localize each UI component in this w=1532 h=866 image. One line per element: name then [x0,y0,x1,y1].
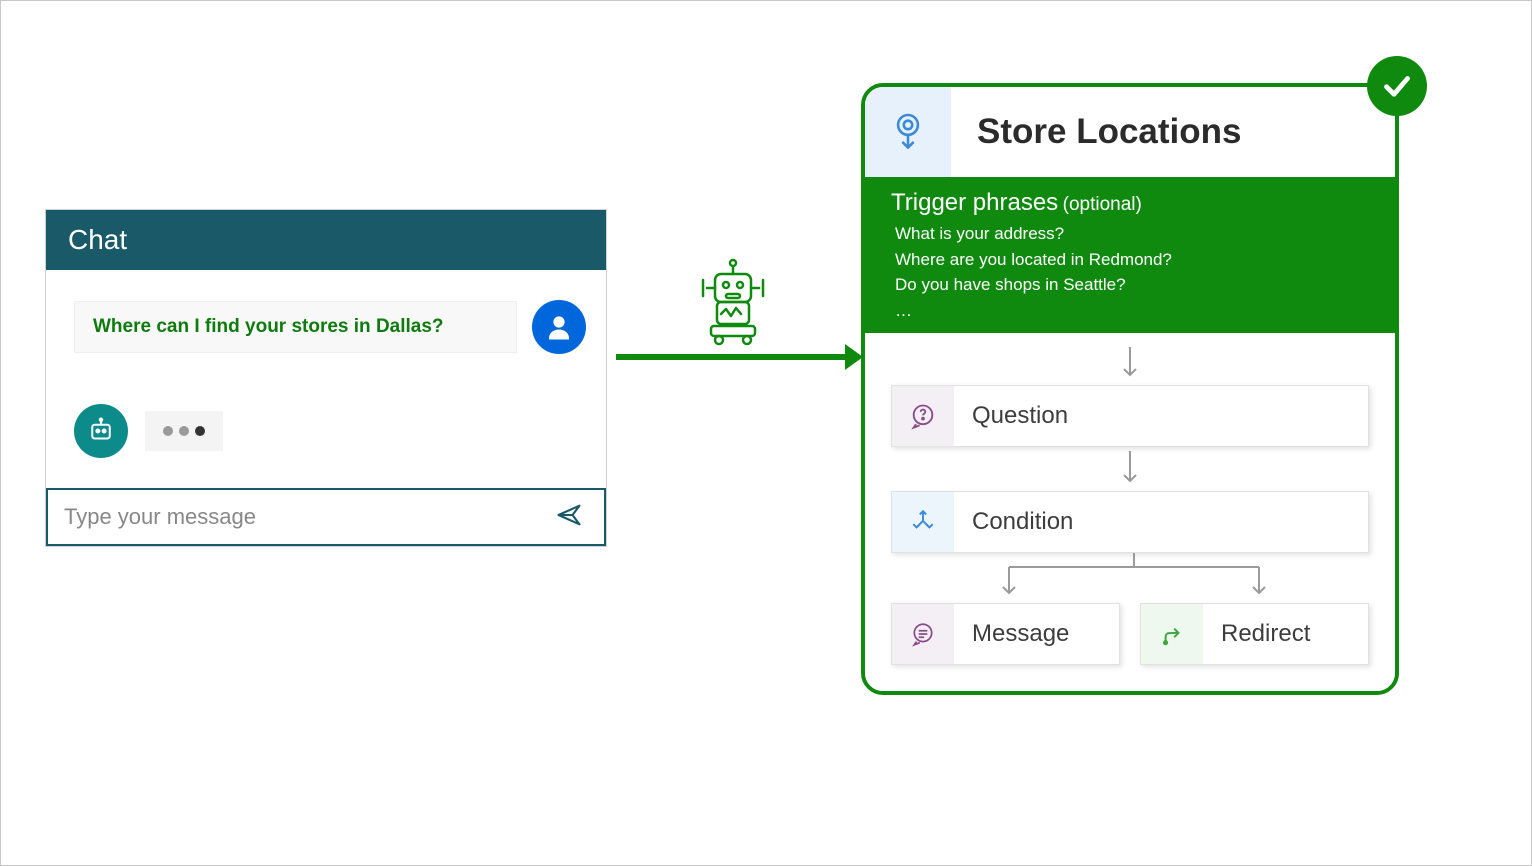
condition-node[interactable]: Condition [891,491,1369,553]
trigger-phrases-section: Trigger phrases (optional) What is your … [865,177,1395,333]
typing-dot [195,426,205,436]
topic-card: Store Locations Trigger phrases (optiona… [861,83,1399,695]
topic-title: Store Locations [951,112,1241,152]
user-avatar-icon [532,300,586,354]
trigger-phrases-list: What is your address? Where are you loca… [891,221,1369,323]
bot-avatar-icon [74,404,128,458]
redirect-node[interactable]: Redirect [1140,603,1369,665]
message-icon [892,604,954,664]
trigger-phrase: … [895,298,1369,324]
message-node[interactable]: Message [891,603,1120,665]
chat-input-row [46,488,606,546]
chat-body: Where can I find your stores in Dallas? [46,270,606,488]
condition-icon [892,492,954,552]
condition-node-label: Condition [954,492,1368,552]
question-node-label: Question [954,386,1368,446]
trigger-phrase: Do you have shops in Seattle? [895,272,1369,298]
diagram-canvas: Chat Where can I find your stores in Dal… [0,0,1532,866]
trigger-suffix: (optional) [1063,194,1142,215]
flow-arrow-icon [891,447,1369,491]
flow-arrow-icon [891,345,1369,385]
trigger-phrases-heading: Trigger phrases (optional) [891,189,1369,217]
branch-row: Message Redirect [891,603,1369,665]
typing-dot [163,426,173,436]
redirect-icon [1141,604,1203,664]
typing-indicator [145,411,223,451]
redirect-node-label: Redirect [1203,604,1368,664]
question-node[interactable]: Question [891,385,1369,447]
flow-area: Question Condition [865,333,1395,691]
topic-header: Store Locations [865,87,1395,177]
trigger-label: Trigger phrases [891,189,1058,216]
chat-input[interactable] [48,490,534,544]
bot-typing-row [74,404,586,458]
send-button[interactable] [534,493,604,542]
chat-header: Chat [46,210,606,270]
typing-dot [179,426,189,436]
chat-panel: Chat Where can I find your stores in Dal… [45,209,607,547]
checkmark-badge-icon [1367,56,1427,116]
branch-connector [891,553,1369,603]
arrow-connector [616,354,848,360]
user-message-bubble: Where can I find your stores in Dallas? [74,301,517,353]
robot-icon [691,256,775,351]
question-icon [892,386,954,446]
trigger-phrase: What is your address? [895,221,1369,247]
message-node-label: Message [954,604,1119,664]
user-message-row: Where can I find your stores in Dallas? [74,300,586,354]
topic-icon [865,87,951,177]
trigger-phrase: Where are you located in Redmond? [895,247,1369,273]
